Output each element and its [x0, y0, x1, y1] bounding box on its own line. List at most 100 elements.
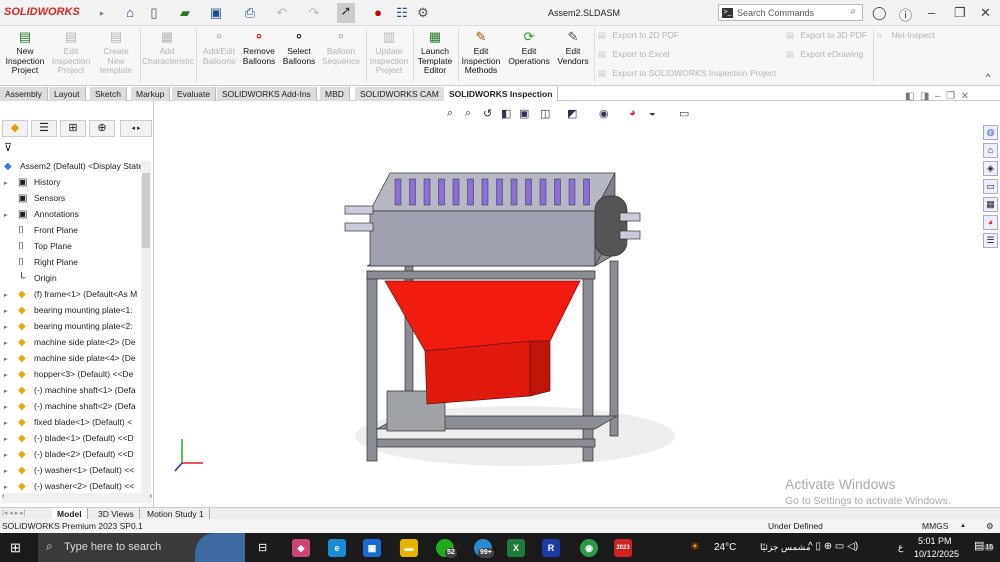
- tree-scroll-thumb[interactable]: [142, 173, 150, 248]
- add-edit-balloons-button[interactable]: ⚬ Add/Edit Balloons: [200, 29, 238, 66]
- export-inspection-project-button[interactable]: ▤ Export to SOLIDWORKS Inspection Projec…: [598, 68, 776, 79]
- update-inspection-project-button[interactable]: ▥ Update Inspection Project: [368, 29, 410, 76]
- launch-template-editor-button[interactable]: ▦ Launch Template Editor: [415, 29, 455, 76]
- property-manager-tab-icon[interactable]: ☰: [31, 120, 57, 137]
- weather-temp[interactable]: 24°C: [714, 542, 736, 553]
- expand-arrow-icon[interactable]: ▸: [4, 448, 18, 462]
- tree-item[interactable]: ▸ ▣ History: [4, 174, 142, 190]
- select-balloons-button[interactable]: ⚬ Select Balloons: [280, 29, 318, 66]
- tab-solidworks-inspection[interactable]: SOLIDWORKS Inspection: [444, 87, 559, 101]
- expand-arrow-icon[interactable]: ▸: [4, 416, 18, 430]
- create-new-template-button[interactable]: ▤ Create New template: [96, 29, 136, 76]
- telegram-icon[interactable]: 99+: [474, 539, 494, 558]
- tab-sketch[interactable]: Sketch: [90, 87, 127, 101]
- tree-item[interactable]: ▸ ▣ Annotations: [4, 206, 142, 222]
- appearances-icon[interactable]: ◕: [983, 215, 998, 230]
- expand-arrow-icon[interactable]: ▸: [4, 336, 18, 350]
- collapse-ribbon-icon[interactable]: ^: [986, 72, 990, 82]
- copilot-icon[interactable]: ◆: [292, 539, 310, 557]
- notifications-icon[interactable]: ▤16: [974, 539, 995, 552]
- expand-arrow-icon[interactable]: ▸: [4, 384, 18, 398]
- tree-item[interactable]: ▸ ◆ (-) machine shaft<2> (Defa: [4, 398, 142, 414]
- system-tray-icons[interactable]: ^ ▯ ⊕ ▭ ◁): [808, 541, 858, 552]
- tree-item[interactable]: ⌷ Right Plane: [4, 254, 142, 270]
- close-button[interactable]: ✕: [980, 5, 991, 21]
- feature-manager-tab-icon[interactable]: ◆: [2, 120, 28, 137]
- export-edrawing-button[interactable]: ▤ Export eDrawing: [786, 49, 863, 60]
- status-settings-icon[interactable]: ⚙: [986, 519, 994, 533]
- graphics-area[interactable]: ⌕ ⌕ ↺ ◧ ▣ ◫ ◩ ◉ ◕ ◒ ▭ ◧ ◨ – ❐ ✕: [155, 91, 1000, 507]
- help-icon[interactable]: ⓘ: [899, 5, 912, 24]
- tree-item[interactable]: ▸ ◆ (-) blade<1> (Default) <<D: [4, 430, 142, 446]
- expand-arrow-icon[interactable]: ▸: [4, 464, 18, 478]
- tree-item[interactable]: ▸ ◆ machine side plate<2> (De: [4, 334, 142, 350]
- whatsapp-icon[interactable]: 52: [436, 539, 457, 558]
- tab-markup[interactable]: Markup: [131, 87, 171, 101]
- clock-time[interactable]: 5:01 PM: [918, 536, 952, 546]
- minimize-button[interactable]: –: [928, 5, 935, 20]
- tree-item[interactable]: ▸ ◆ bearing mounting plate<1:: [4, 302, 142, 318]
- custom-properties-icon[interactable]: ☰: [983, 233, 998, 248]
- redo-icon[interactable]: ↷: [306, 5, 322, 21]
- expand-arrow-icon[interactable]: ▸: [4, 400, 18, 414]
- home-taskpane-icon[interactable]: ⌂: [983, 143, 998, 158]
- undo-icon[interactable]: ↶: [274, 5, 290, 21]
- tree-item[interactable]: ▸ ◆ (f) frame<1> (Default<As M: [4, 286, 142, 302]
- app-r-icon[interactable]: R: [542, 539, 560, 557]
- tab-layout[interactable]: Layout: [49, 87, 86, 101]
- export-3d-pdf-button[interactable]: ▤ Export to 3D PDF: [786, 30, 867, 41]
- tab-assembly[interactable]: Assembly: [0, 87, 48, 101]
- clock-date[interactable]: 10/12/2025: [914, 549, 959, 559]
- edit-inspection-methods-button[interactable]: ✎ Edit Inspection Methods: [460, 29, 502, 76]
- horizontal-scrollbar[interactable]: ‹ ›: [2, 493, 152, 503]
- language-indicator[interactable]: ع: [898, 542, 903, 553]
- tab-solidworks-cam[interactable]: SOLIDWORKS CAM: [355, 87, 445, 101]
- weather-text[interactable]: مشمس جزئيًا: [760, 542, 811, 553]
- expand-arrow-icon[interactable]: ▸: [4, 368, 18, 382]
- edit-operations-button[interactable]: ⟳ Edit Operations: [506, 29, 552, 66]
- task-view-icon[interactable]: ⊟: [258, 541, 267, 554]
- tree-item[interactable]: ▣ Sensors: [4, 190, 142, 206]
- filter-icon[interactable]: ⊽: [4, 141, 12, 154]
- file-explorer-taskbar-icon[interactable]: ▬: [400, 539, 418, 557]
- store-icon[interactable]: ▦: [363, 539, 381, 557]
- tree-item[interactable]: ⌷ Top Plane: [4, 238, 142, 254]
- tab-evaluate[interactable]: Evaluate: [172, 87, 217, 101]
- tree-item[interactable]: ▸ ◆ (-) washer<1> (Default) <<: [4, 462, 142, 478]
- units-arrow-icon[interactable]: ▲: [960, 519, 966, 533]
- new-inspection-project-button[interactable]: ▤ New Inspection Project: [4, 29, 46, 76]
- design-library-icon[interactable]: ◈: [983, 161, 998, 176]
- configuration-manager-tab-icon[interactable]: ⊞: [60, 120, 86, 137]
- tree-item[interactable]: ▸ ◆ (-) machine shaft<1> (Defa: [4, 382, 142, 398]
- options-gear-icon[interactable]: ⚙: [415, 5, 431, 21]
- expand-arrow-icon[interactable]: ▸: [4, 208, 18, 222]
- dimxpert-tab-icon[interactable]: ⊕: [89, 120, 115, 137]
- solidworks-logo[interactable]: SOLIDWORKS: [4, 6, 80, 18]
- search-commands-input[interactable]: >_ Search Commands ⌕: [718, 4, 863, 21]
- tree-item[interactable]: ▸ ◆ (-) washer<2> (Default) <<: [4, 478, 142, 494]
- save-icon[interactable]: ▣: [208, 5, 224, 21]
- open-icon[interactable]: ▰: [177, 5, 193, 21]
- 3d-model-view[interactable]: [155, 101, 1000, 507]
- menu-expand-icon[interactable]: ▸: [94, 5, 110, 21]
- export-excel-button[interactable]: ▤ Export to Excel: [598, 49, 670, 60]
- taskbar-search[interactable]: ⌕ Type here to search: [38, 533, 245, 562]
- tree-item[interactable]: ⌷ Front Plane: [4, 222, 142, 238]
- home-icon[interactable]: ⌂: [122, 5, 138, 21]
- solidworks-resources-icon[interactable]: ◍: [983, 125, 998, 140]
- excel-icon[interactable]: X: [507, 539, 525, 557]
- file-explorer-icon[interactable]: ▭: [983, 179, 998, 194]
- select-cursor-icon[interactable]: ➚: [337, 3, 355, 23]
- expand-arrow-icon[interactable]: ▸: [4, 304, 18, 318]
- edge-icon[interactable]: e: [328, 539, 346, 557]
- windows-start-icon[interactable]: ⊞: [10, 540, 21, 556]
- tab-scroll-arrows[interactable]: |◂ ◂ ▸ ▸|: [2, 509, 26, 517]
- tree-item[interactable]: ▸ ◆ fixed blade<1> (Default) <: [4, 414, 142, 430]
- print-icon[interactable]: ⎙: [242, 5, 258, 21]
- expand-arrow-icon[interactable]: ▸: [4, 176, 18, 190]
- edit-inspection-project-button[interactable]: ▤ Edit Inspection Project: [50, 29, 92, 76]
- tree-item[interactable]: ▸ ◆ bearing mounting plate<2:: [4, 318, 142, 334]
- solidworks-taskbar-icon[interactable]: 2023: [614, 539, 632, 557]
- export-2d-pdf-button[interactable]: ▤ Export to 2D PDF: [598, 30, 679, 41]
- panel-scroll-arrows[interactable]: ◂ ▸: [120, 120, 152, 137]
